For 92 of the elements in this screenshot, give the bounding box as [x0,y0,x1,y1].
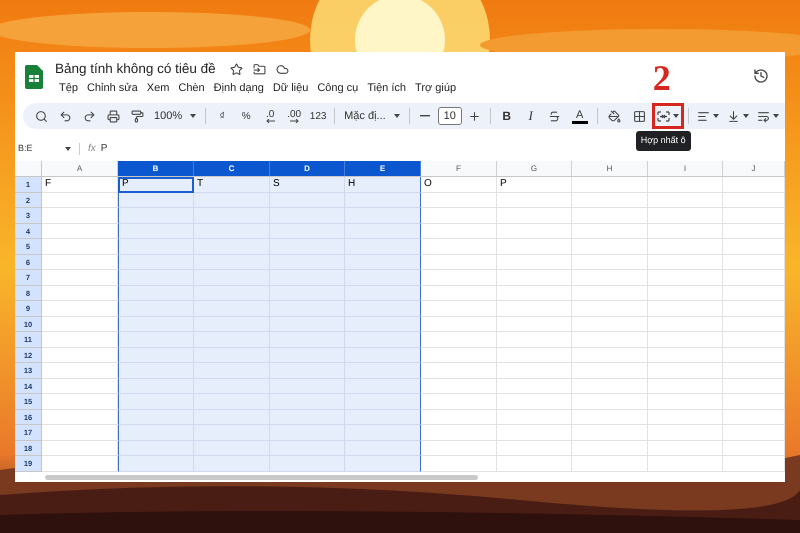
paint-bucket-icon [608,110,622,122]
column-header[interactable]: J [723,161,785,176]
format-button[interactable]: 123 [306,105,330,127]
column-header[interactable]: I [648,161,723,176]
left-arrow-icon [266,118,275,122]
table-cell: O [421,177,497,192]
column-header[interactable]: E [345,161,421,176]
document-title[interactable]: Bảng tính không có tiêu đề [55,61,216,77]
menu-item[interactable]: Chỉnh sửa [82,81,142,95]
search-icon [34,110,48,122]
table-cell [723,177,785,192]
strikethrough-icon [548,110,562,122]
menu-item[interactable]: Công cụ [313,81,362,95]
redo-icon [82,110,96,122]
name-box[interactable]: B:E [15,142,65,156]
column-header[interactable]: H [572,161,648,176]
table-cell [723,239,785,254]
column-header[interactable]: B [118,161,194,176]
table-cell [723,425,785,440]
table-cell: F [42,177,118,192]
caret-icon [772,114,779,118]
table-cell: H [345,177,421,192]
dropdown-button[interactable]: 100% [149,105,202,127]
decimal-button[interactable]: .00 [282,105,306,127]
scrollbar[interactable] [45,474,478,480]
version-history-icon[interactable] [753,68,769,84]
formula-field[interactable]: P [100,141,108,156]
dropdown-button[interactable]: Mặc đị... [339,105,405,127]
merge-cells-button[interactable] [652,103,684,129]
table-cell [723,301,785,316]
column-header[interactable]: G [497,161,572,176]
menu-item[interactable]: Chèn [174,81,209,95]
undo-icon [58,110,72,122]
caret-icon [712,114,719,118]
printer-icon [106,110,120,122]
table-cell [723,378,785,394]
right-arrow-icon [290,118,299,122]
step-number: 2 [652,59,671,97]
minus-icon [420,115,430,117]
font-size-field[interactable]: 10 [438,107,462,125]
table-cell [723,208,785,224]
italic-button[interactable]: I [518,105,543,127]
table-cell [723,224,785,239]
star-icon[interactable] [230,62,243,76]
table-cell [723,254,785,270]
text-color-button[interactable]: A [566,105,593,127]
cloud-icon[interactable] [276,62,289,76]
table-cell [723,348,785,363]
column-header[interactable]: A [42,161,118,176]
corner-cell[interactable] [15,161,42,176]
plus-icon [468,110,482,122]
table-cell [723,440,785,456]
caret-icon [742,114,749,118]
table-cell [723,270,785,286]
menu-item[interactable]: Dữ liệu [268,81,312,95]
table-cell [723,410,785,425]
table-cell [723,332,785,348]
folder-icon[interactable] [252,62,266,76]
table-cell [723,192,785,208]
table-cell: P [118,177,194,192]
table-cell [723,394,785,410]
table-cell [723,363,785,378]
column-header[interactable]: F [421,161,497,176]
table-cell [723,316,785,332]
table-cell [723,286,785,301]
arrow-down-icon [726,110,740,122]
menu-item[interactable]: Trợ giúp [411,81,460,95]
table-cell: S [270,177,345,192]
table-cell: P [497,177,572,192]
column-header[interactable]: C [194,161,270,176]
align-left-icon [696,110,710,122]
column-header[interactable]: D [270,161,345,176]
menu-item[interactable]: Định dạng [210,81,268,95]
bold-button[interactable]: B [494,105,519,127]
caret-icon [190,114,196,118]
fx-label: fx [88,142,96,156]
menu-item[interactable]: Xem [142,81,174,95]
menu-item[interactable]: Tệp [55,81,82,95]
format-button[interactable]: % [234,105,258,127]
grid-icon [633,110,646,122]
wrap-text-icon [756,110,770,122]
caret-icon [394,114,400,118]
paint-roller-icon [130,110,144,122]
format-button[interactable]: ₫ [210,105,234,127]
caret-icon [672,114,679,118]
decimal-button[interactable]: .0 [258,105,282,127]
caret-icon [65,146,71,150]
sheets-logo-icon [25,65,43,89]
menu-item[interactable]: Tiện ích [363,81,410,95]
tooltip: Hợp nhất ô [636,131,691,150]
table-cell: T [194,177,270,192]
merge-icon [656,110,670,122]
